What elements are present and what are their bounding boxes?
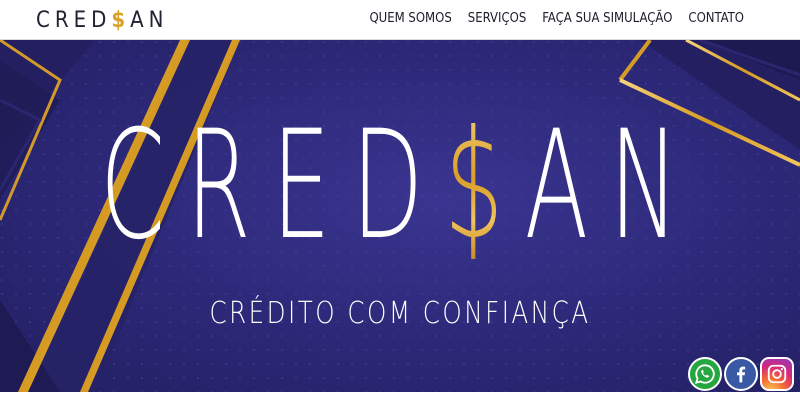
bottom-strip [0, 392, 800, 400]
instagram-icon[interactable] [760, 357, 794, 391]
nav-simulacao[interactable]: FAÇA SUA SIMULAÇÃO [542, 11, 672, 26]
main-nav: QUEM SOMOS SERVIÇOS FAÇA SUA SIMULAÇÃO C… [369, 11, 744, 26]
logo-text-end: AN [130, 7, 169, 33]
hero-banner: CRED $ AN CRÉDITO COM CONFIANÇA [0, 40, 800, 392]
nav-quem-somos[interactable]: QUEM SOMOS [369, 11, 451, 26]
whatsapp-icon[interactable] [688, 357, 722, 391]
social-links [688, 357, 794, 391]
facebook-icon[interactable] [724, 357, 758, 391]
nav-contato[interactable]: CONTATO [688, 11, 744, 26]
hero-tagline: CRÉDITO COM CONFIANÇA [209, 296, 591, 331]
logo-text-start: CRED [36, 7, 112, 33]
hero-brand-dollar: $ [444, 99, 525, 273]
hero-brand-start: CRED [100, 99, 445, 273]
logo[interactable]: CRED $ AN [36, 6, 168, 34]
hero-brand-title: CRED $ AN [100, 99, 679, 273]
logo-dollar: $ [111, 7, 131, 33]
nav-servicos[interactable]: SERVIÇOS [468, 11, 526, 26]
site-header: CRED $ AN QUEM SOMOS SERVIÇOS FAÇA SUA S… [0, 0, 800, 40]
hero-brand-end: AN [524, 99, 700, 273]
